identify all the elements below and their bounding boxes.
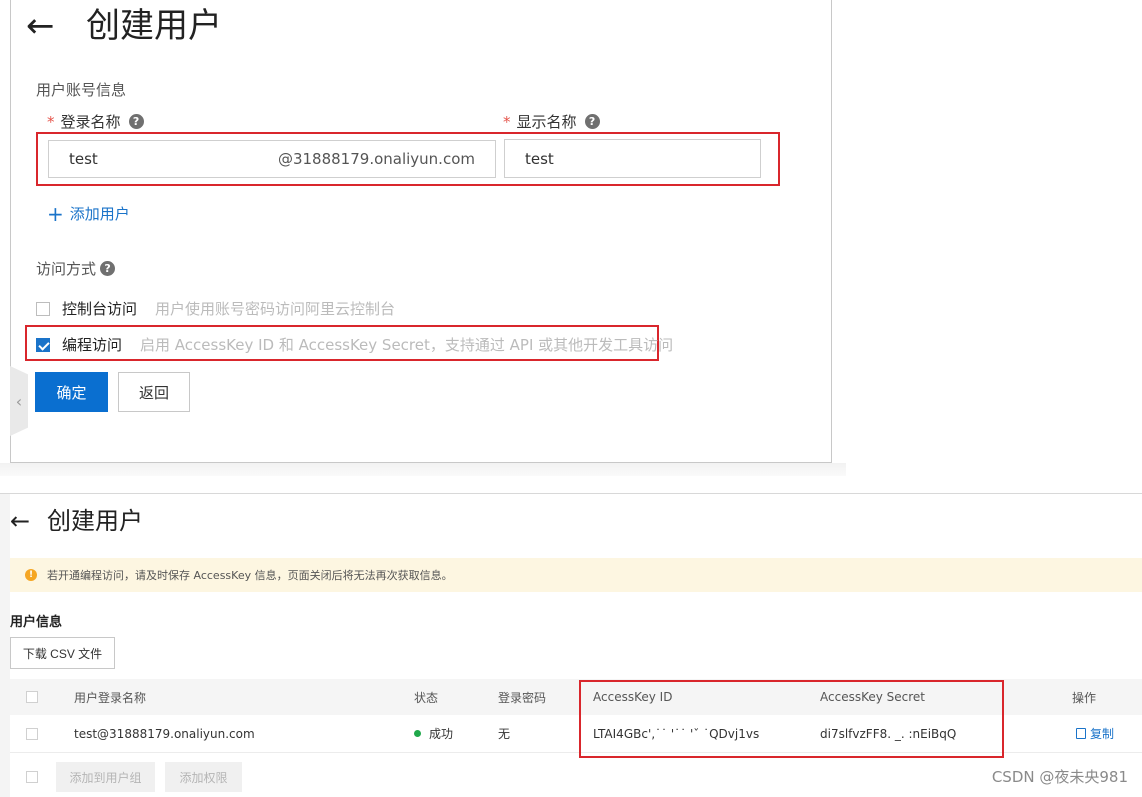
help-icon[interactable]: ? (128, 114, 144, 129)
display-name-value: test (525, 149, 554, 168)
row-select-cell[interactable] (26, 715, 38, 752)
console-access-option[interactable]: 控制台访问 用户使用账号密码访问阿里云控制台 (36, 298, 395, 319)
copy-button[interactable]: 复制 (1076, 715, 1114, 752)
programmatic-access-description: 启用 AccessKey ID 和 AccessKey Secret，支持通过 … (140, 336, 674, 354)
back-arrow-icon[interactable]: ← (10, 506, 30, 536)
column-header-login-name: 用户登录名称 (74, 690, 147, 705)
page-title: 创建用户 (86, 6, 222, 46)
login-name-label-text: 登录名称 (60, 113, 121, 131)
programmatic-access-option[interactable]: 编程访问 启用 AccessKey ID 和 AccessKey Secret，… (36, 334, 673, 355)
help-icon[interactable]: ? (100, 261, 116, 276)
left-edge (0, 494, 10, 797)
display-name-label: * 显示名称 ? (503, 111, 600, 132)
login-name-label: * 登录名称 ? (47, 111, 144, 132)
column-header-password: 登录密码 (498, 690, 547, 705)
plus-icon: + (47, 201, 64, 226)
copy-icon (1076, 728, 1086, 739)
highlight-box-accesskey (579, 680, 1004, 758)
status-text: 成功 (429, 727, 454, 741)
collapse-sidebar-tab[interactable]: ‹ (10, 366, 28, 436)
add-to-group-button[interactable]: 添加到用户组 (56, 762, 155, 792)
cell-password: 无 (498, 727, 511, 741)
copy-label: 复制 (1090, 727, 1115, 741)
login-name-value: test (69, 150, 98, 168)
back-button[interactable]: 返回 (118, 372, 190, 412)
create-user-result-panel: ← 创建用户 ! 若开通编程访问，请及时保存 AccessKey 信息，页面关闭… (0, 493, 1142, 797)
watermark: CSDN @夜未央981 (991, 768, 1128, 786)
cell-status: 成功 (414, 715, 453, 752)
console-access-description: 用户使用账号密码访问阿里云控制台 (155, 300, 396, 318)
add-permission-button[interactable]: 添加权限 (165, 762, 242, 792)
panel-divider (0, 463, 846, 476)
display-name-input[interactable]: test (504, 139, 761, 178)
add-user-link[interactable]: + 添加用户 (47, 203, 130, 224)
status-success-dot (414, 730, 421, 737)
console-access-checkbox[interactable] (36, 301, 50, 316)
row-checkbox[interactable] (26, 727, 38, 740)
chevron-left-icon: ‹ (15, 391, 23, 411)
programmatic-access-label: 编程访问 (62, 336, 123, 354)
cell-login-name: test@31888179.onaliyun.com (74, 726, 255, 741)
column-header-actions: 操作 (1072, 690, 1097, 705)
required-mark: * (503, 112, 511, 131)
notice-banner: ! 若开通编程访问，请及时保存 AccessKey 信息，页面关闭后将无法再次获… (10, 558, 1142, 592)
bulk-action-bar: 添加到用户组 添加权限 (10, 756, 1142, 794)
create-user-form-panel: ← 创建用户 用户账号信息 * 登录名称 ? * 显示名称 ? test @31… (0, 0, 846, 476)
bulk-select-cell[interactable] (26, 756, 38, 797)
required-mark: * (47, 112, 55, 131)
add-user-label: 添加用户 (69, 205, 130, 223)
user-info-title: 用户信息 (10, 615, 63, 630)
back-arrow-icon[interactable]: ← (26, 4, 55, 48)
download-csv-button[interactable]: 下载 CSV 文件 (10, 637, 115, 669)
select-all-cell[interactable] (26, 679, 38, 715)
access-method-label: 访问方式 ? (36, 258, 116, 279)
warning-icon: ! (25, 569, 37, 581)
access-method-label-text: 访问方式 (36, 260, 97, 278)
section-title: 用户账号信息 (36, 81, 127, 99)
notice-text: 若开通编程访问，请及时保存 AccessKey 信息，页面关闭后将无法再次获取信… (47, 569, 453, 582)
console-access-label: 控制台访问 (62, 300, 138, 318)
programmatic-access-checkbox[interactable] (36, 337, 50, 352)
help-icon[interactable]: ? (584, 114, 600, 129)
page-title: 创建用户 (47, 507, 143, 535)
confirm-button[interactable]: 确定 (35, 372, 108, 412)
login-name-domain-suffix: @31888179.onaliyun.com (277, 150, 475, 168)
bulk-select-checkbox[interactable] (26, 771, 38, 783)
login-name-input[interactable]: test @31888179.onaliyun.com (48, 140, 496, 178)
display-name-label-text: 显示名称 (516, 113, 577, 131)
select-all-checkbox[interactable] (26, 691, 38, 703)
column-header-status: 状态 (414, 690, 439, 705)
